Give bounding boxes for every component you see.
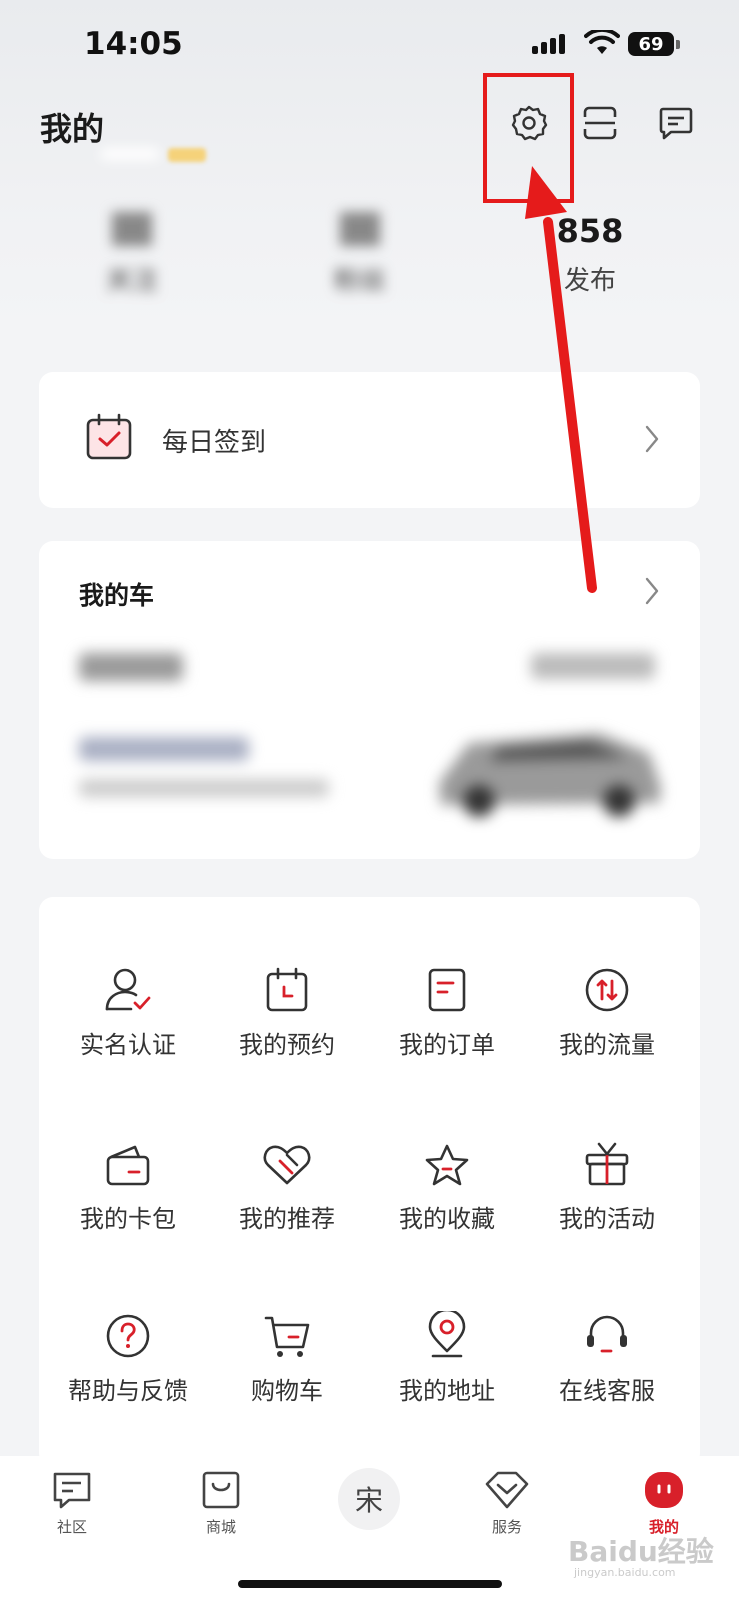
chevron-right-icon bbox=[645, 577, 659, 605]
annotation-highlight-box bbox=[483, 73, 574, 203]
headset-icon bbox=[587, 1315, 627, 1353]
shop-bag-icon bbox=[202, 1471, 240, 1509]
checkin-label: 每日签到 bbox=[162, 428, 267, 458]
service-label: 我的推荐 bbox=[239, 1205, 335, 1233]
tab-mall[interactable]: 商城 bbox=[171, 1470, 271, 1537]
calendar-check-icon bbox=[86, 413, 132, 460]
community-icon bbox=[53, 1472, 91, 1509]
stat-followers[interactable]: 粉丝 bbox=[300, 212, 420, 297]
car-model-blurred bbox=[79, 653, 183, 681]
service-customer-support[interactable]: 在线客服 bbox=[527, 1303, 687, 1406]
service-data[interactable]: 我的流量 bbox=[527, 957, 687, 1060]
service-label: 我的收藏 bbox=[399, 1205, 495, 1233]
stat-followers-count-blurred bbox=[300, 212, 420, 254]
battery-cap bbox=[676, 40, 680, 49]
calendar-icon bbox=[266, 967, 308, 1012]
mine-active-icon bbox=[645, 1472, 683, 1508]
star-icon bbox=[425, 1144, 469, 1186]
message-button[interactable] bbox=[654, 101, 698, 145]
user-check-icon bbox=[105, 968, 151, 1011]
status-bar: 14:05 69 bbox=[0, 22, 739, 66]
service-activities[interactable]: 我的活动 bbox=[527, 1131, 687, 1234]
order-icon bbox=[428, 968, 466, 1012]
center-brand-label: 宋 bbox=[354, 1484, 383, 1517]
car-detail-blurred bbox=[79, 779, 329, 797]
watermark-text: Baidu经验 bbox=[568, 1535, 714, 1568]
tab-center-brand[interactable]: 宋 bbox=[338, 1468, 400, 1530]
wallet-icon bbox=[106, 1145, 150, 1186]
service-label: 实名认证 bbox=[80, 1031, 176, 1059]
service-label: 在线客服 bbox=[559, 1377, 655, 1405]
chevron-right-icon bbox=[645, 425, 659, 453]
stat-followers-label: 粉丝 bbox=[333, 266, 386, 296]
profile-name-blurred bbox=[100, 148, 160, 160]
status-time: 14:05 bbox=[84, 26, 183, 62]
gift-icon bbox=[585, 1142, 629, 1186]
my-car-title: 我的车 bbox=[79, 581, 155, 610]
service-diamond-icon bbox=[485, 1471, 529, 1509]
car-status-blurred bbox=[531, 653, 655, 679]
stat-following-label: 关注 bbox=[105, 266, 158, 296]
service-help[interactable]: 帮助与反馈 bbox=[48, 1303, 208, 1406]
profile-badge-blurred bbox=[168, 148, 206, 162]
service-label: 我的订单 bbox=[399, 1031, 495, 1059]
service-orders[interactable]: 我的订单 bbox=[367, 957, 527, 1060]
services-card: 实名认证 我的预约 我的订单 我的流量 我的卡包 我的推荐 我的收藏 我的活动 … bbox=[39, 897, 700, 1467]
recommend-icon bbox=[263, 1145, 311, 1185]
service-recommend[interactable]: 我的推荐 bbox=[207, 1131, 367, 1234]
data-flow-icon bbox=[585, 968, 629, 1012]
stat-posts-count: 858 bbox=[556, 212, 624, 250]
battery-icon: 69 bbox=[628, 32, 674, 56]
signal-icon bbox=[532, 34, 565, 54]
cart-icon bbox=[264, 1316, 310, 1357]
home-indicator bbox=[238, 1580, 502, 1588]
message-icon bbox=[659, 107, 693, 140]
my-car-card[interactable]: 我的车 bbox=[39, 541, 700, 859]
stat-following-count-blurred bbox=[72, 212, 192, 254]
tab-label: 社区 bbox=[56, 1518, 87, 1536]
service-label: 我的预约 bbox=[239, 1031, 335, 1059]
tab-service[interactable]: 服务 bbox=[457, 1470, 557, 1537]
car-plate-blurred bbox=[79, 737, 249, 761]
location-icon bbox=[428, 1311, 466, 1358]
service-label: 我的流量 bbox=[559, 1031, 655, 1059]
scan-button[interactable] bbox=[578, 101, 622, 145]
service-appointment[interactable]: 我的预约 bbox=[207, 957, 367, 1060]
battery-level: 69 bbox=[638, 33, 664, 55]
baidu-watermark: Baidu经验 jingyan.baidu.com bbox=[568, 1530, 714, 1579]
stat-posts[interactable]: 858 发布 bbox=[530, 212, 650, 297]
page-title: 我的 bbox=[40, 110, 105, 148]
scan-icon bbox=[583, 106, 617, 140]
stat-posts-label: 发布 bbox=[563, 266, 616, 296]
tab-mine[interactable]: 我的 bbox=[614, 1470, 714, 1537]
service-label: 帮助与反馈 bbox=[68, 1377, 188, 1405]
car-image-blurred bbox=[439, 733, 661, 817]
service-label: 我的卡包 bbox=[80, 1205, 176, 1233]
tab-label: 服务 bbox=[491, 1518, 522, 1536]
checkin-card[interactable]: 每日签到 bbox=[39, 372, 700, 508]
service-label: 我的地址 bbox=[399, 1377, 495, 1405]
service-favorites[interactable]: 我的收藏 bbox=[367, 1131, 527, 1234]
service-real-name[interactable]: 实名认证 bbox=[48, 957, 208, 1060]
service-label: 我的活动 bbox=[559, 1205, 655, 1233]
tab-label: 商城 bbox=[205, 1518, 236, 1536]
help-icon bbox=[106, 1314, 150, 1358]
service-cart[interactable]: 购物车 bbox=[207, 1303, 367, 1406]
service-label: 购物车 bbox=[251, 1377, 323, 1405]
service-address[interactable]: 我的地址 bbox=[367, 1303, 527, 1406]
wifi-icon bbox=[584, 30, 620, 54]
stat-following[interactable]: 关注 bbox=[72, 212, 192, 297]
tab-community[interactable]: 社区 bbox=[22, 1470, 122, 1537]
service-wallet[interactable]: 我的卡包 bbox=[48, 1131, 208, 1234]
